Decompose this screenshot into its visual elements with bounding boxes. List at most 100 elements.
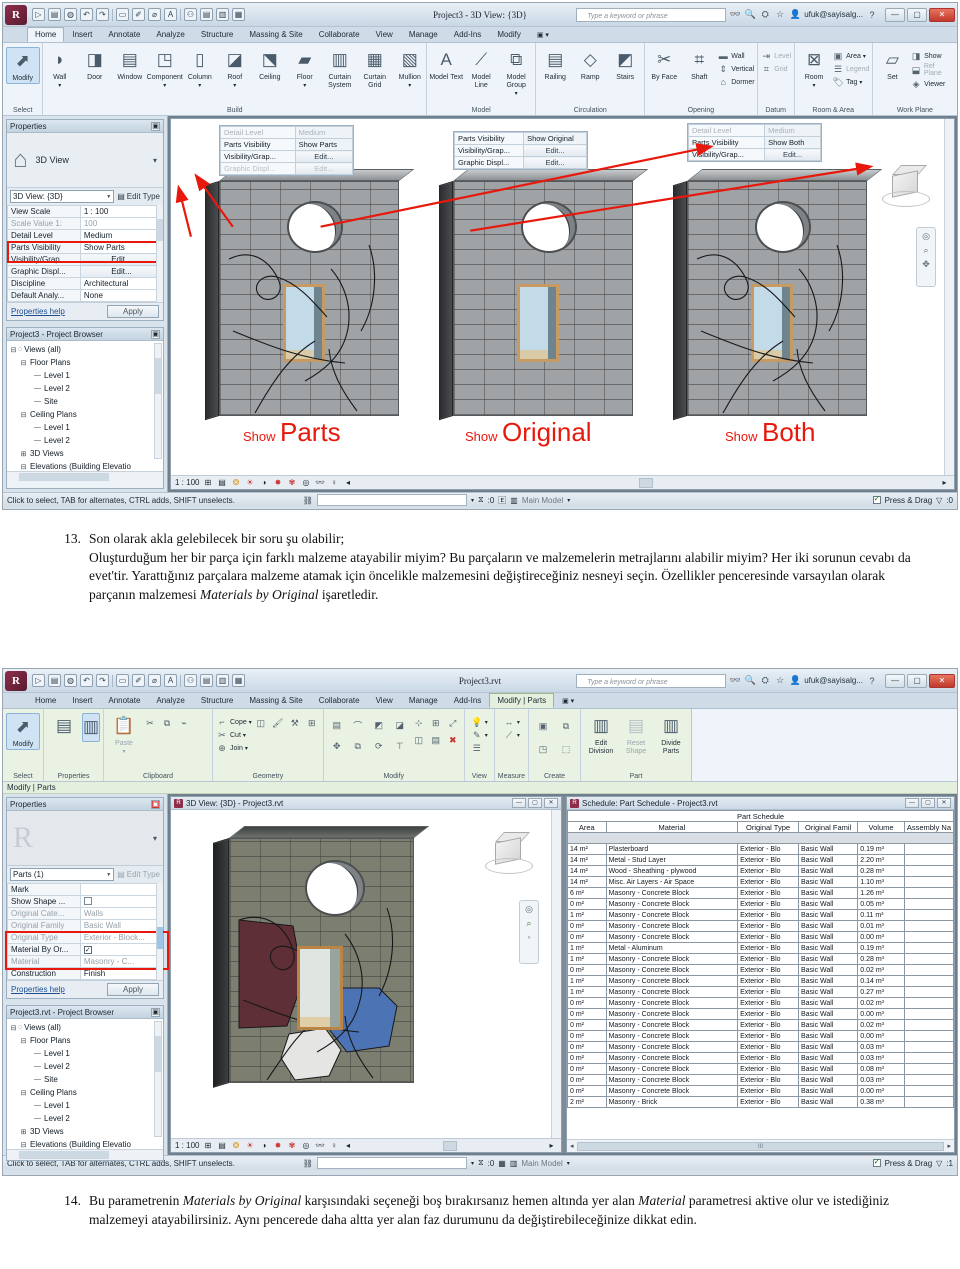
filter-icon[interactable]: ⧖ [478,495,484,505]
render-icon[interactable]: ✸ [272,1140,283,1151]
create-part-icon[interactable]: ◳ [532,738,554,760]
prop-row[interactable]: Default Analy... None [7,289,164,302]
more-icon[interactable]: ◂ [342,1140,353,1151]
prop-value[interactable] [79,883,164,896]
help-icon[interactable]: ? [866,10,878,20]
tab-annotate[interactable]: Annotate [100,693,148,708]
preview-dropdown-icon[interactable]: ▾ [153,156,157,165]
tree-node-views-all[interactable]: ⊟ ◌ Views (all) [9,343,163,356]
table-row[interactable]: 6 m² Masonry - Concrete Block Exterior - B… [567,887,954,899]
maximize-button[interactable]: ▢ [907,7,927,22]
search-input[interactable]: Type a keyword or phrase [576,7,727,22]
dimension-icon[interactable]: ⌀ [148,8,161,21]
align-icon[interactable]: ▤ [327,715,347,735]
tree-node-elevations[interactable]: ⊟ Elevations (Building Elevatio [9,460,163,471]
table-row[interactable]: 14 m² Misc. Air Layers - Air Space Exterio… [567,876,954,888]
column-header-assembly-name[interactable]: Assembly Na [903,821,954,833]
status-combo[interactable] [316,1157,467,1169]
tab-massing-site[interactable]: Massing & Site [241,693,310,708]
prop-value[interactable]: 1 : 100 [79,205,164,218]
mullion-dropdown-icon[interactable]: ▾ [408,82,411,90]
modify-button[interactable]: ⬈ Modify [5,47,40,84]
save-icon[interactable]: ▤ [48,674,61,687]
status-combo-caret-icon[interactable]: ▾ [471,1160,474,1167]
schedule-window[interactable]: R Schedule: Part Schedule - Project3.rvt… [566,796,955,1153]
search-area[interactable]: Type a keyword or phrase 👓 🔍 ⛭ ☆ 👤 ufuk@… [576,673,955,688]
view-cube-icon[interactable] [483,832,535,880]
tree-node-3d-views[interactable]: ⊞ 3D Views [9,1125,163,1138]
curtain-grid-button[interactable]: ▦ Curtain Grid [358,47,392,90]
create-assembly-icon[interactable]: ⬚ [555,738,577,760]
print-icon[interactable]: ▭ [116,8,129,21]
detail-level-icon[interactable]: ▤ [216,477,227,488]
properties-scrollbar[interactable] [156,205,163,302]
split-icon[interactable]: ⊹ [411,715,427,731]
press-drag-checkbox[interactable] [872,1157,881,1167]
drawing-canvas-top[interactable]: Show Parts Show Original Show Both Detai… [170,118,955,490]
press-drag-checkbox[interactable] [872,494,881,504]
shadows-icon[interactable]: ◑ [258,477,269,488]
filter-icon[interactable]: ⧖ [478,1158,484,1168]
schedule-hscrollbar[interactable]: ◂ III ▸ [567,1139,954,1152]
tree-node-ceiling-plans[interactable]: ⊟ Ceiling Plans [9,1086,163,1099]
minimize-button[interactable]: — [885,7,905,22]
browser-hscrollbar[interactable] [7,1149,163,1160]
measure-icon[interactable]: ✐ [132,674,145,687]
undo-icon[interactable]: ↶ [80,674,93,687]
search-glass-icon[interactable]: 🔍 [744,675,756,686]
view-cube-icon[interactable] [880,165,932,213]
array-icon[interactable]: ⊞ [428,715,444,731]
navigation-bar[interactable]: ◎ ⌕ ◦ [519,900,539,964]
measure-dropdown-icon[interactable]: ▾ [517,719,520,726]
paste-button[interactable]: 📋 Paste ▾ [107,713,141,756]
join-button[interactable]: ⊕ Join ▾ [216,742,252,754]
tree-node-level1[interactable]: — Level 1 [9,1047,163,1060]
table-row[interactable]: 0 m² Masonry - Concrete Block Exterior - B… [567,1074,954,1086]
expander-icon[interactable]: ⊟ [19,359,28,367]
edit-type-button[interactable]: ▤ Edit Type [117,870,160,879]
by-face-button[interactable]: ✂ By Face [647,47,681,82]
show-workplane-button[interactable]: ◨ Show [910,50,954,62]
move-icon[interactable]: ✥ [327,736,347,756]
expander-icon[interactable]: ⊟ [19,1141,28,1149]
scale-icon[interactable]: ⤢ [445,715,461,731]
schedule-maximize-button[interactable]: ▢ [921,798,935,808]
expander-icon[interactable]: ⊟ [19,411,28,419]
quick-access-toolbar[interactable]: ▷ ▤ ◍ ↶ ↷ ▭ ✐ ⌀ A ⚇ ▤ ▥ ▦ [29,8,245,21]
exclude-options-icon[interactable]: 🄴 [498,495,506,506]
search-input[interactable]: Type a keyword or phrase [576,673,727,688]
view-3d-vscrollbar[interactable] [551,810,561,1138]
navigation-bar[interactable]: ◎ ⌕ ✥ [916,227,936,287]
canvas-hscrollbar-thumb[interactable] [639,477,654,488]
maximize-button[interactable]: ▢ [907,673,927,688]
sun-path-icon[interactable]: ☀ [244,1140,255,1151]
dimension-icon[interactable]: ⌀ [148,674,161,687]
paste-dropdown-icon[interactable]: ▾ [122,748,125,756]
table-row[interactable]: 14 m² Wood - Sheathing - plywood Exterior … [567,865,954,877]
tab-modify-parts[interactable]: Modify | Parts [489,693,555,708]
level-button[interactable]: ⇥ Level [760,50,792,62]
copy-clipboard-icon[interactable]: ⧉ [159,715,175,731]
user-avatar-icon[interactable]: 👤 [789,9,801,20]
table-row[interactable]: 0 m² Masonry - Concrete Block Exterior - B… [567,1085,954,1097]
binoculars-icon[interactable]: 👓 [729,9,741,20]
prop-row[interactable]: Discipline Architectural [7,277,164,290]
close-hidden-icon[interactable]: ▥ [216,674,229,687]
ceiling-button[interactable]: ⬔ Ceiling [253,47,287,82]
hide-crop-icon[interactable]: ◎ [300,477,311,488]
table-row[interactable]: 0 m² Masonry - Concrete Block Exterior - B… [567,1041,954,1053]
zoom-tool-icon[interactable]: ⌕ [526,918,531,929]
design-options-icon[interactable]: ▥ [510,1159,518,1168]
user-avatar-icon[interactable]: 👤 [789,675,801,686]
reset-shape-button[interactable]: ▤ Reset Shape [619,713,653,756]
roof-button[interactable]: ◪ Roof ▾ [218,47,252,90]
demolish-icon[interactable]: ⚒ [287,715,303,731]
crop-view-icon[interactable]: ✾ [286,477,297,488]
schedule-minimize-button[interactable]: — [905,798,919,808]
measure-along-dropdown-icon[interactable]: ▾ [517,732,520,739]
mirror-pick-icon[interactable]: ◪ [390,715,410,735]
revit-logo-icon[interactable]: R [5,4,27,25]
search-area[interactable]: Type a keyword or phrase 👓 🔍 ⛭ ☆ 👤 ufuk@… [576,7,955,22]
tree-node-ceiling-plans[interactable]: ⊟ Ceiling Plans [9,408,163,421]
table-row[interactable]: 1 m² Masonry - Concrete Block Exterior - B… [567,986,954,998]
